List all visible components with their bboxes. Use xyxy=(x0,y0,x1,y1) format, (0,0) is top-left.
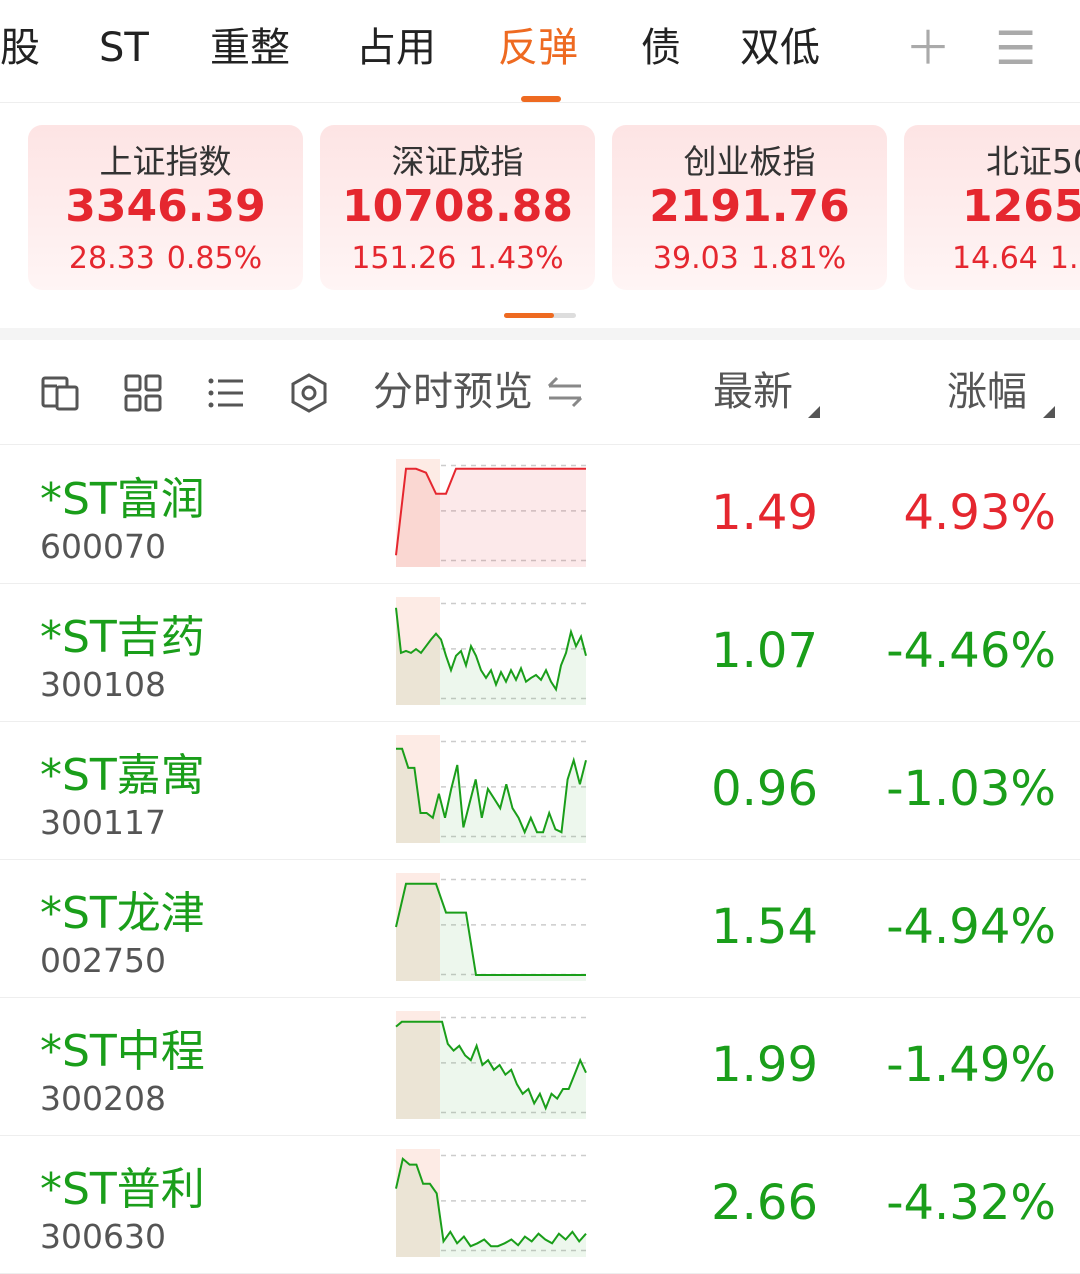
price-column-header[interactable]: 最新 xyxy=(713,366,793,418)
stock-price: 1.99 xyxy=(711,1037,818,1093)
tab-occupy[interactable]: 占用 xyxy=(356,22,436,74)
active-tab-indicator xyxy=(521,96,561,102)
index-change: 14.64 1.1 xyxy=(946,241,1080,276)
intraday-sparkline xyxy=(395,597,589,705)
tab-rebound[interactable]: 反弹 xyxy=(498,22,578,74)
category-tab-bar: 股 ST 重整 占用 反弹 债 双低 ＋ ☰ xyxy=(0,0,1080,103)
index-change-pct: 1.81% xyxy=(750,241,847,276)
stock-price: 1.54 xyxy=(711,899,818,955)
index-change-amount: 14.64 xyxy=(952,241,1038,276)
stock-name: *ST吉药 xyxy=(40,612,205,663)
price-sort-icon[interactable] xyxy=(808,406,820,418)
stock-code: 300208 xyxy=(40,1079,166,1118)
plus-icon[interactable]: ＋ xyxy=(905,24,951,72)
index-value: 2191.76 xyxy=(649,181,850,232)
intraday-sparkline xyxy=(395,1011,589,1119)
preview-column-label[interactable]: 分时预览 xyxy=(373,366,533,418)
stock-row[interactable]: *ST龙津 002750 1.54 -4.94% xyxy=(0,859,1080,998)
index-value: 1265.0 xyxy=(962,181,1080,232)
index-carousel[interactable]: 上证指数 3346.39 28.33 0.85% 深证成指 10708.88 15… xyxy=(0,103,1080,328)
index-change-amount: 28.33 xyxy=(68,241,155,276)
index-card-chinext[interactable]: 创业板指 2191.76 39.03 1.81% xyxy=(612,125,887,290)
tab-stocks[interactable]: 股 xyxy=(0,22,40,74)
index-change-pct: 1.43% xyxy=(468,241,564,276)
index-value: 3346.39 xyxy=(65,181,266,232)
stock-row[interactable]: *ST富润 600070 1.49 4.93% xyxy=(0,445,1080,584)
hamburger-menu-icon[interactable]: ☰ xyxy=(995,24,1036,72)
stock-code: 300630 xyxy=(40,1217,166,1256)
stock-change-pct: -1.03% xyxy=(886,761,1056,817)
stock-name: *ST普利 xyxy=(40,1164,205,1215)
stock-code: 300108 xyxy=(40,665,166,704)
grid-view-icon[interactable] xyxy=(123,373,163,413)
index-change-pct: 0.85% xyxy=(166,241,263,276)
stock-change-pct: 4.93% xyxy=(903,485,1056,541)
index-card-beijing[interactable]: 北证50 1265.0 14.64 1.1 xyxy=(904,125,1080,290)
index-change-amount: 151.26 xyxy=(351,241,457,276)
detail-view-icon[interactable] xyxy=(40,373,80,413)
stock-name: *ST嘉寓 xyxy=(40,750,205,801)
list-header: 分时预览 最新 涨幅 xyxy=(0,340,1080,445)
sparkline-area xyxy=(396,1021,586,1119)
stock-code: 300117 xyxy=(40,803,166,842)
stock-price: 2.66 xyxy=(711,1175,818,1231)
index-change-pct: 1.1 xyxy=(1049,241,1080,276)
index-name: 深证成指 xyxy=(391,142,524,181)
stock-change-pct: -4.94% xyxy=(886,899,1056,955)
list-view-icon[interactable] xyxy=(206,373,246,413)
stock-code: 002750 xyxy=(40,941,166,980)
stock-row[interactable]: *ST嘉寓 300117 0.96 -1.03% xyxy=(0,721,1080,860)
index-card-shanghai[interactable]: 上证指数 3346.39 28.33 0.85% xyxy=(28,125,303,290)
tab-restructure[interactable]: 重整 xyxy=(210,22,290,74)
tab-bond[interactable]: 债 xyxy=(641,22,681,74)
index-change: 28.33 0.85% xyxy=(28,241,303,276)
stock-row[interactable]: *ST中程 300208 1.99 -1.49% xyxy=(0,997,1080,1136)
stock-code: 600070 xyxy=(40,527,166,566)
stock-price: 1.07 xyxy=(711,623,818,679)
intraday-sparkline xyxy=(395,873,589,981)
carousel-pager xyxy=(504,313,576,318)
carousel-pager-active xyxy=(504,313,554,318)
swap-arrows-icon[interactable] xyxy=(545,374,585,410)
stock-change-pct: -1.49% xyxy=(886,1037,1056,1093)
index-name: 上证指数 xyxy=(99,142,232,181)
stock-name: *ST富润 xyxy=(40,474,205,525)
section-divider xyxy=(0,328,1080,340)
tab-st[interactable]: ST xyxy=(99,22,149,74)
intraday-sparkline xyxy=(396,735,589,843)
sparkline-area xyxy=(396,468,586,567)
stock-change-pct: -4.32% xyxy=(886,1175,1056,1231)
sparkline-area xyxy=(396,883,586,981)
tab-double-low[interactable]: 双低 xyxy=(740,22,820,74)
intraday-sparkline xyxy=(395,459,589,567)
index-name: 创业板指 xyxy=(683,142,816,181)
stock-row[interactable]: *ST普利 300630 2.66 -4.32% xyxy=(0,1135,1080,1274)
change-sort-icon[interactable] xyxy=(1043,406,1055,418)
intraday-sparkline xyxy=(395,1149,589,1257)
stock-row[interactable]: *ST吉药 300108 1.07 -4.46% xyxy=(0,583,1080,722)
stock-name: *ST龙津 xyxy=(40,888,205,939)
stock-name: *ST中程 xyxy=(40,1026,205,1077)
index-change: 39.03 1.81% xyxy=(612,241,887,276)
index-change-amount: 39.03 xyxy=(652,241,739,276)
change-column-header[interactable]: 涨幅 xyxy=(947,366,1027,418)
index-change: 151.26 1.43% xyxy=(320,241,595,276)
stock-price: 1.49 xyxy=(711,485,818,541)
index-value: 10708.88 xyxy=(341,181,574,232)
index-card-shenzhen[interactable]: 深证成指 10708.88 151.26 1.43% xyxy=(320,125,595,290)
stock-change-pct: -4.46% xyxy=(886,623,1056,679)
stock-price: 0.96 xyxy=(711,761,818,817)
settings-icon[interactable] xyxy=(289,373,329,413)
index-name: 北证50 xyxy=(986,142,1080,181)
